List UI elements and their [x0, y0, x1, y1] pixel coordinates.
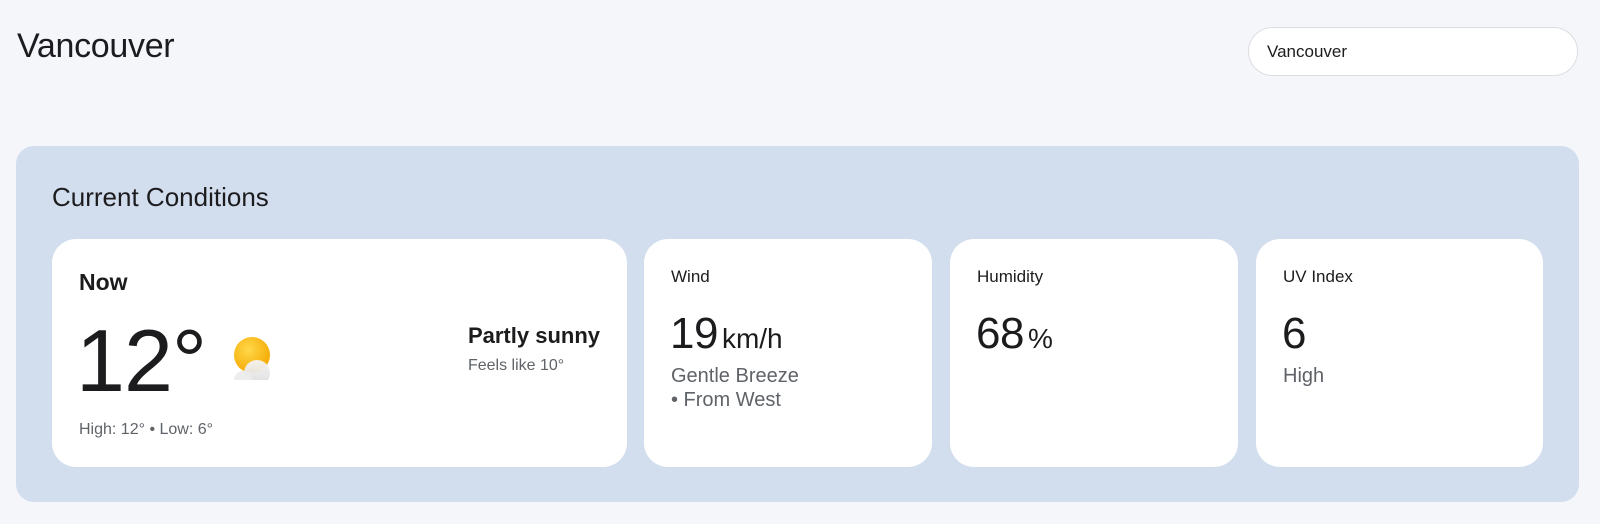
- uv-index-card: UV Index 6 High: [1256, 239, 1543, 467]
- wind-unit: km/h: [721, 323, 783, 354]
- uv-index-value: 6: [1282, 309, 1306, 359]
- uv-index-number: 6: [1282, 309, 1306, 358]
- wind-value: 19 km/h: [670, 309, 783, 359]
- condition-text: Partly sunny: [467, 323, 600, 348]
- now-label: Now: [79, 269, 128, 295]
- humidity-card: Humidity 68%: [950, 239, 1238, 467]
- humidity-label: Humidity: [977, 267, 1044, 286]
- feels-like-text: Feels like 10°: [467, 357, 565, 374]
- humidity-number: 68: [976, 309, 1024, 358]
- wind-description: Gentle Breeze • From West: [671, 364, 799, 412]
- wind-direction-text: • From West: [671, 389, 781, 411]
- humidity-value: 68%: [976, 309, 1053, 359]
- uv-index-label: UV Index: [1283, 267, 1353, 286]
- search-input[interactable]: [1248, 27, 1578, 76]
- now-card: Now 12° High: 12° • Low: 6° Partly sunny…: [52, 239, 627, 467]
- weather-page: Vancouver Current Conditions Now 12°: [0, 0, 1600, 524]
- high-low-temperature: High: 12° • Low: 6°: [79, 421, 214, 438]
- current-conditions-panel: Current Conditions Now 12° High: 12° • L…: [16, 146, 1579, 502]
- page-title: Vancouver: [17, 27, 175, 65]
- condition-summary: Partly sunny Feels like 10°: [468, 323, 600, 375]
- wind-speed: 19: [670, 309, 718, 358]
- wind-description-text: Gentle Breeze: [671, 365, 799, 387]
- current-temperature: 12°: [76, 311, 207, 410]
- partly-sunny-icon: [234, 337, 270, 387]
- wind-card: Wind 19 km/h Gentle Breeze • From West: [644, 239, 932, 467]
- uv-index-level: High: [1283, 365, 1325, 387]
- section-title: Current Conditions: [52, 182, 269, 212]
- humidity-unit: %: [1027, 323, 1053, 354]
- wind-label: Wind: [671, 267, 710, 286]
